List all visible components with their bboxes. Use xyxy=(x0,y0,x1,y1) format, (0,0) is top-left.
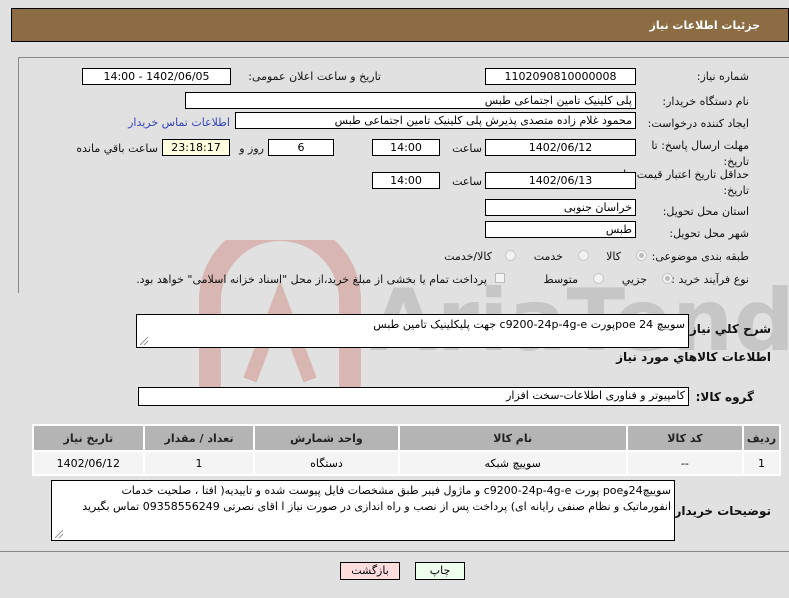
price-validity-date-field: 1402/06/13 xyxy=(485,172,636,189)
category-option-service: خدمت xyxy=(533,250,563,263)
cell-code: -- xyxy=(627,452,743,474)
need-number-label: شماره نیاز: xyxy=(696,70,749,83)
col-header-code: کد کالا xyxy=(627,426,743,450)
item-group-field: کامپیوتر و فناوری اطلاعات-سخت افزار xyxy=(138,387,689,406)
description-text: سوییچ 24 poeپورت c9200-24p-4g-e جهت پلیک… xyxy=(373,318,685,331)
buyer-notes-label: توضیحات خریدار: xyxy=(669,504,771,518)
col-header-need-date: تاریخ نیاز xyxy=(34,426,143,450)
buyer-notes-line-2: انفورماتیک و نظام صنفی رایانه ای) پرداخت… xyxy=(82,500,671,513)
treasury-checkbox[interactable] xyxy=(495,273,505,283)
time-remaining-field: 23:18:17 xyxy=(162,139,230,156)
items-table: ردیف کد کالا نام کالا واحد شمارش تعداد /… xyxy=(32,424,781,476)
buyer-org-label: نام دستگاه خریدار: xyxy=(662,95,749,108)
process-radio-medium[interactable] xyxy=(593,273,604,284)
buyer-notes-line-1: سوییچ24وpoe پورت c9200-24p-4g-e و ماژول … xyxy=(121,484,671,497)
item-group-label: گروه کالا: xyxy=(695,390,754,404)
col-header-row: ردیف xyxy=(744,426,779,450)
category-radio-goods-service[interactable] xyxy=(505,250,516,261)
category-radio-goods[interactable] xyxy=(636,250,647,261)
description-textarea[interactable]: سوییچ 24 poeپورت c9200-24p-4g-e جهت پلیک… xyxy=(136,314,689,348)
reply-time-label: ساعت xyxy=(452,142,482,155)
process-option-medium: متوسط xyxy=(543,273,578,286)
days-label: روز و xyxy=(239,142,264,155)
reply-deadline-label-2: تاریخ: xyxy=(723,155,749,168)
cell-name: سوییچ شبکه xyxy=(399,452,626,474)
process-option-minor: جزيي xyxy=(621,273,647,286)
category-label: طبقه بندی موضوعی: xyxy=(651,250,749,263)
page-header: جزئیات اطلاعات نیاز xyxy=(11,8,789,42)
days-remaining-field: 6 xyxy=(268,139,334,156)
category-option-goods: کالا xyxy=(606,250,621,263)
col-header-unit: واحد شمارش xyxy=(255,426,398,450)
price-validity-label-2: تاریخ: xyxy=(723,184,749,197)
page-title: جزئیات اطلاعات نیاز xyxy=(649,19,761,32)
process-label: نوع فرآیند خرید : xyxy=(671,273,749,286)
buyer-notes-textarea[interactable]: سوییچ24وpoe پورت c9200-24p-4g-e و ماژول … xyxy=(51,480,675,541)
announce-label: تاریخ و ساعت اعلان عمومی: xyxy=(248,70,381,83)
need-number-field: 1102090810000008 xyxy=(485,68,636,85)
category-option-goods-service: کالا/خدمت xyxy=(444,250,492,263)
reply-date-field: 1402/06/12 xyxy=(485,139,636,156)
city-field: طبس xyxy=(485,221,636,238)
reply-time-field: 14:00 xyxy=(372,139,440,156)
description-label: شرح کلي نياز: xyxy=(685,322,771,336)
buyer-contact-link[interactable]: اطلاعات تماس خریدار xyxy=(128,116,230,129)
announce-datetime-field: 1402/06/05 - 14:00 xyxy=(82,68,231,85)
time-remaining-label: ساعت باقي مانده xyxy=(76,142,158,155)
cell-row: 1 xyxy=(744,452,779,474)
creator-field: محمود غلام زاده متصدی پذیرش پلی کلینیک ت… xyxy=(235,112,636,129)
price-validity-label: حداقل تاریخ اعتبار قیمت: تا xyxy=(623,168,749,181)
treasury-checkbox-label: پرداخت تمام یا بخشی از مبلغ خرید،از محل … xyxy=(136,273,487,286)
resize-grip-icon[interactable] xyxy=(140,337,148,345)
resize-grip-icon[interactable] xyxy=(55,530,63,538)
cell-unit: دستگاه xyxy=(255,452,398,474)
reply-deadline-label: مهلت ارسال پاسخ: تا xyxy=(651,139,749,152)
cell-quantity: 1 xyxy=(144,452,254,474)
buyer-org-field: پلی کلینیک تامین اجتماعی طبس xyxy=(185,92,636,109)
process-radio-minor[interactable] xyxy=(662,273,673,284)
footer-divider xyxy=(0,551,789,552)
price-validity-time-field: 14:00 xyxy=(372,172,440,189)
table-row: 1 -- سوییچ شبکه دستگاه 1 1402/06/12 xyxy=(34,452,779,474)
category-radio-service[interactable] xyxy=(578,250,589,261)
print-button[interactable]: چاپ xyxy=(415,562,465,580)
province-label: استان محل تحویل: xyxy=(662,205,749,218)
price-validity-time-label: ساعت xyxy=(452,175,482,188)
items-section-title: اطلاعات کالاهاي مورد نياز xyxy=(616,350,771,364)
cell-need-date: 1402/06/12 xyxy=(34,452,143,474)
back-button[interactable]: بازگشت xyxy=(340,562,400,580)
col-header-name: نام کالا xyxy=(399,426,626,450)
city-label: شهر محل تحویل: xyxy=(669,227,749,240)
province-field: خراسان جنوبی xyxy=(485,199,636,216)
creator-label: ایجاد کننده درخواست: xyxy=(647,117,749,130)
items-table-header: ردیف کد کالا نام کالا واحد شمارش تعداد /… xyxy=(34,426,779,450)
col-header-quantity: تعداد / مقدار xyxy=(144,426,254,450)
